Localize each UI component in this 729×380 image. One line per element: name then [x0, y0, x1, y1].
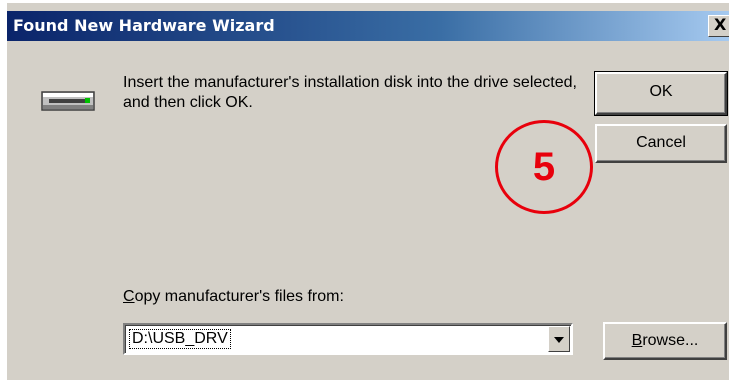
cancel-button-label: Cancel: [636, 134, 686, 151]
copy-from-label: Copy manufacturer's files from:: [123, 288, 344, 305]
step-number: 5: [532, 145, 556, 189]
close-icon: X: [714, 15, 727, 34]
close-button[interactable]: X: [708, 15, 729, 37]
title-bar[interactable]: Found New Hardware Wizard X: [7, 11, 729, 41]
copy-from-path-value[interactable]: D:\USB_DRV: [129, 329, 231, 349]
ok-button-label: OK: [649, 83, 673, 100]
ok-button[interactable]: OK: [594, 71, 728, 116]
step-annotation-circle: 5: [495, 120, 593, 214]
browse-button[interactable]: Browse...: [603, 322, 727, 360]
instruction-text: Insert the manufacturer's installation d…: [123, 74, 577, 111]
wizard-dialog: Found New Hardware Wizard X Insert the m…: [6, 2, 729, 380]
browse-button-label: Browse...: [631, 332, 699, 349]
chevron-down-icon[interactable]: [548, 326, 570, 352]
drive-icon: [41, 91, 95, 111]
copy-from-combobox[interactable]: D:\USB_DRV: [123, 323, 573, 355]
window-title: Found New Hardware Wizard: [13, 16, 275, 35]
cancel-button[interactable]: Cancel: [595, 124, 727, 163]
